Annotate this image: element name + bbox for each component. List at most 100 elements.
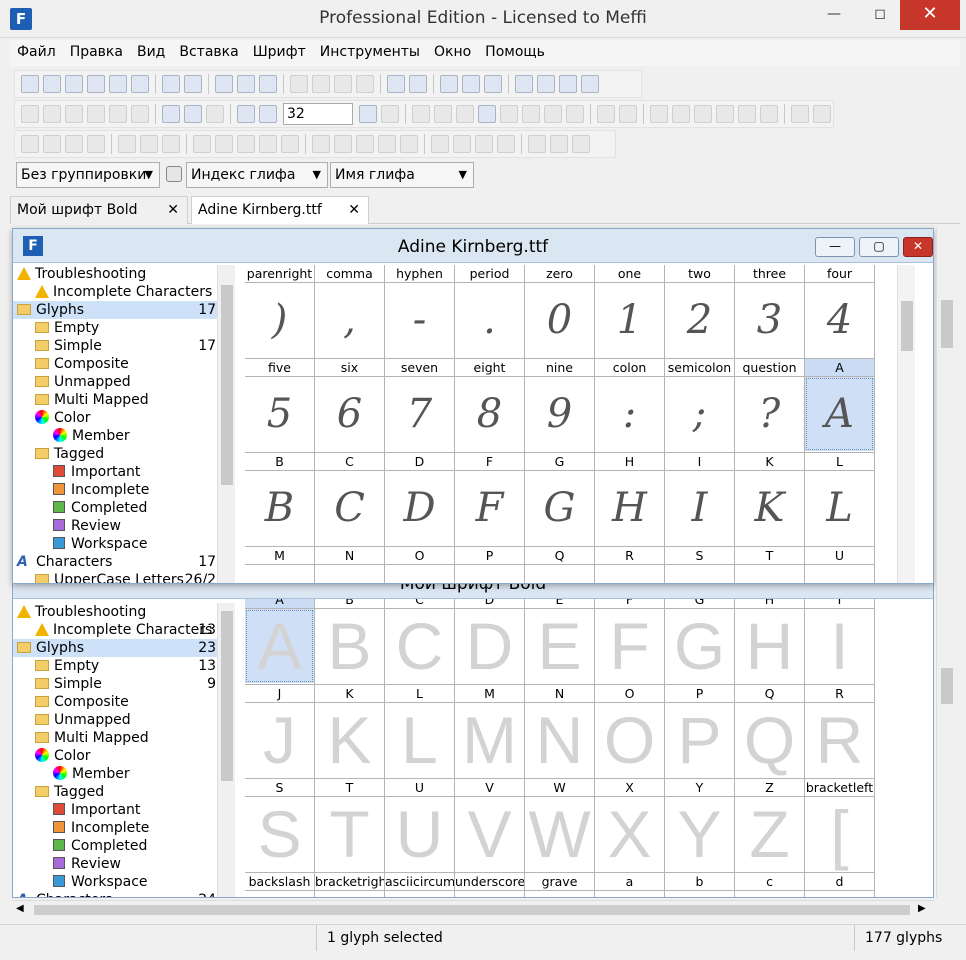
tb1-tool-14-icon[interactable] [290, 75, 308, 93]
tab-moy-shrift-bold[interactable]: Мой шрифт Bold ✕ [10, 196, 188, 224]
close-button[interactable]: ✕ [900, 0, 960, 30]
window-restore-button[interactable]: ▢ [859, 237, 899, 257]
tb2-tool-24-icon[interactable] [566, 105, 584, 123]
glyph-cell[interactable]: Q [525, 547, 595, 583]
glyph-cell[interactable]: FF [595, 599, 665, 685]
tb2-tool-21-icon[interactable] [500, 105, 518, 123]
glyph-cell[interactable]: DD [385, 453, 455, 547]
minimize-button[interactable]: — [812, 0, 856, 30]
glyph-cell[interactable]: SS [245, 779, 315, 873]
tree-item[interactable]: Incomplete Characters1 [13, 283, 231, 301]
tb1-tool-0-icon[interactable] [21, 75, 39, 93]
glyph-cell[interactable]: T [735, 547, 805, 583]
tb2-tool-12-icon[interactable] [259, 105, 277, 123]
tb2-tool-0-icon[interactable] [21, 105, 39, 123]
tb2-tool-20-icon[interactable] [478, 105, 496, 123]
tb1-tool-27-icon[interactable] [537, 75, 555, 93]
tb3-tool-11-icon[interactable] [237, 135, 255, 153]
glyph-cell[interactable]: NN [525, 685, 595, 779]
glyph-cell[interactable]: QQ [735, 685, 805, 779]
tb2-tool-3-icon[interactable] [87, 105, 105, 123]
glyph-cell[interactable]: GG [665, 599, 735, 685]
tree-item[interactable]: Review0 [13, 855, 231, 873]
glyph-cell[interactable]: O [385, 547, 455, 583]
tb2-tool-11-icon[interactable] [237, 105, 255, 123]
glyph-cell[interactable]: grave [525, 873, 595, 897]
tb2-tool-37-icon[interactable] [813, 105, 831, 123]
grid-scrollbar[interactable] [897, 265, 915, 583]
tree-scrollbar[interactable] [217, 265, 235, 583]
tb3-tool-27-icon[interactable] [550, 135, 568, 153]
glyph-cell[interactable]: semicolon; [665, 359, 735, 453]
tb1-tool-23-icon[interactable] [462, 75, 480, 93]
tb2-tool-5-icon[interactable] [131, 105, 149, 123]
tb1-tool-16-icon[interactable] [334, 75, 352, 93]
tree-item[interactable]: Troubleshooting0 [13, 265, 231, 283]
tree-item[interactable]: ACharacters245 [13, 891, 231, 897]
glyph-cell[interactable]: S [665, 547, 735, 583]
glyph-cell[interactable]: XX [595, 779, 665, 873]
glyph-cell[interactable]: comma, [315, 265, 385, 359]
glyph-cell[interactable]: M [245, 547, 315, 583]
tb1-tool-2-icon[interactable] [65, 75, 83, 93]
tb3-tool-17-icon[interactable] [356, 135, 374, 153]
glyph-cell[interactable]: zero 0 [525, 265, 595, 359]
menu-item-0[interactable]: Файл [10, 40, 63, 64]
glyph-cell[interactable]: EE [525, 599, 595, 685]
tb2-tool-36-icon[interactable] [791, 105, 809, 123]
tree-item[interactable]: Empty 139 [13, 657, 231, 675]
window-minimize-button[interactable]: — [815, 237, 855, 257]
tree-item[interactable]: UpperCase Letters 26/26 [13, 571, 231, 583]
scrollbar-thumb[interactable] [941, 300, 953, 348]
glyph-cell[interactable]: HH [735, 599, 805, 685]
glyph-cell[interactable]: d [805, 873, 875, 897]
tree-item[interactable]: Unmapped6 [13, 373, 231, 391]
glyph-cell[interactable]: BB [245, 453, 315, 547]
tree-item[interactable]: Multi Mapped0 [13, 391, 231, 409]
tb3-tool-6-icon[interactable] [140, 135, 158, 153]
tree-item[interactable]: Composite0 [13, 355, 231, 373]
glyph-cell[interactable]: VV [455, 779, 525, 873]
glyph-cell[interactable]: II [665, 453, 735, 547]
horizontal-scrollbar[interactable]: ◀ ▶ [12, 900, 934, 918]
tb3-tool-3-icon[interactable] [87, 135, 105, 153]
tree-item[interactable]: Member0 [13, 765, 231, 783]
tb2-tool-2-icon[interactable] [65, 105, 83, 123]
tb3-tool-22-icon[interactable] [453, 135, 471, 153]
tb3-tool-18-icon[interactable] [378, 135, 396, 153]
tb2-tool-31-icon[interactable] [694, 105, 712, 123]
tb1-tool-26-icon[interactable] [515, 75, 533, 93]
scroll-right-icon[interactable]: ▶ [918, 903, 926, 914]
tb1-tool-15-icon[interactable] [312, 75, 330, 93]
glyph-cell[interactable]: three 3 [735, 265, 805, 359]
tree-item[interactable]: Color0 [13, 747, 231, 765]
glyph-cell[interactable]: II [805, 599, 875, 685]
tb1-tool-29-icon[interactable] [581, 75, 599, 93]
glyph-cell[interactable]: question? [735, 359, 805, 453]
tb3-tool-19-icon[interactable] [400, 135, 418, 153]
glyph-cell[interactable]: MM [455, 685, 525, 779]
tb3-tool-12-icon[interactable] [259, 135, 277, 153]
grouping-select[interactable]: Без группировки ▼ [16, 162, 160, 188]
tree-item[interactable]: A Characters 171 [13, 553, 231, 571]
glyph-cell[interactable]: bracketright [315, 873, 385, 897]
glyph-cell[interactable]: backslash [245, 873, 315, 897]
tb3-tool-7-icon[interactable] [162, 135, 180, 153]
glyph-cell[interactable]: six 6 [315, 359, 385, 453]
glyph-cell[interactable]: AA [805, 359, 875, 453]
zoom-combo[interactable]: 32 [283, 103, 353, 125]
tree-item[interactable]: Unmapped1 [13, 711, 231, 729]
tree-item[interactable]: Completed0 [13, 837, 231, 855]
tb3-tool-10-icon[interactable] [215, 135, 233, 153]
tb3-tool-13-icon[interactable] [281, 135, 299, 153]
glyph-cell[interactable]: HH [595, 453, 665, 547]
glyph-cell[interactable]: hyphen - [385, 265, 455, 359]
tree-item[interactable]: Tagged0 [13, 445, 231, 463]
glyph-cell[interactable]: eight 8 [455, 359, 525, 453]
tb2-tool-30-icon[interactable] [672, 105, 690, 123]
glyph-cell[interactable]: nine 9 [525, 359, 595, 453]
glyph-cell[interactable]: YY [665, 779, 735, 873]
tree-item[interactable]: Tagged0 [13, 783, 231, 801]
glyph-cell[interactable]: five 5 [245, 359, 315, 453]
glyph-cell[interactable]: AA [245, 599, 315, 685]
